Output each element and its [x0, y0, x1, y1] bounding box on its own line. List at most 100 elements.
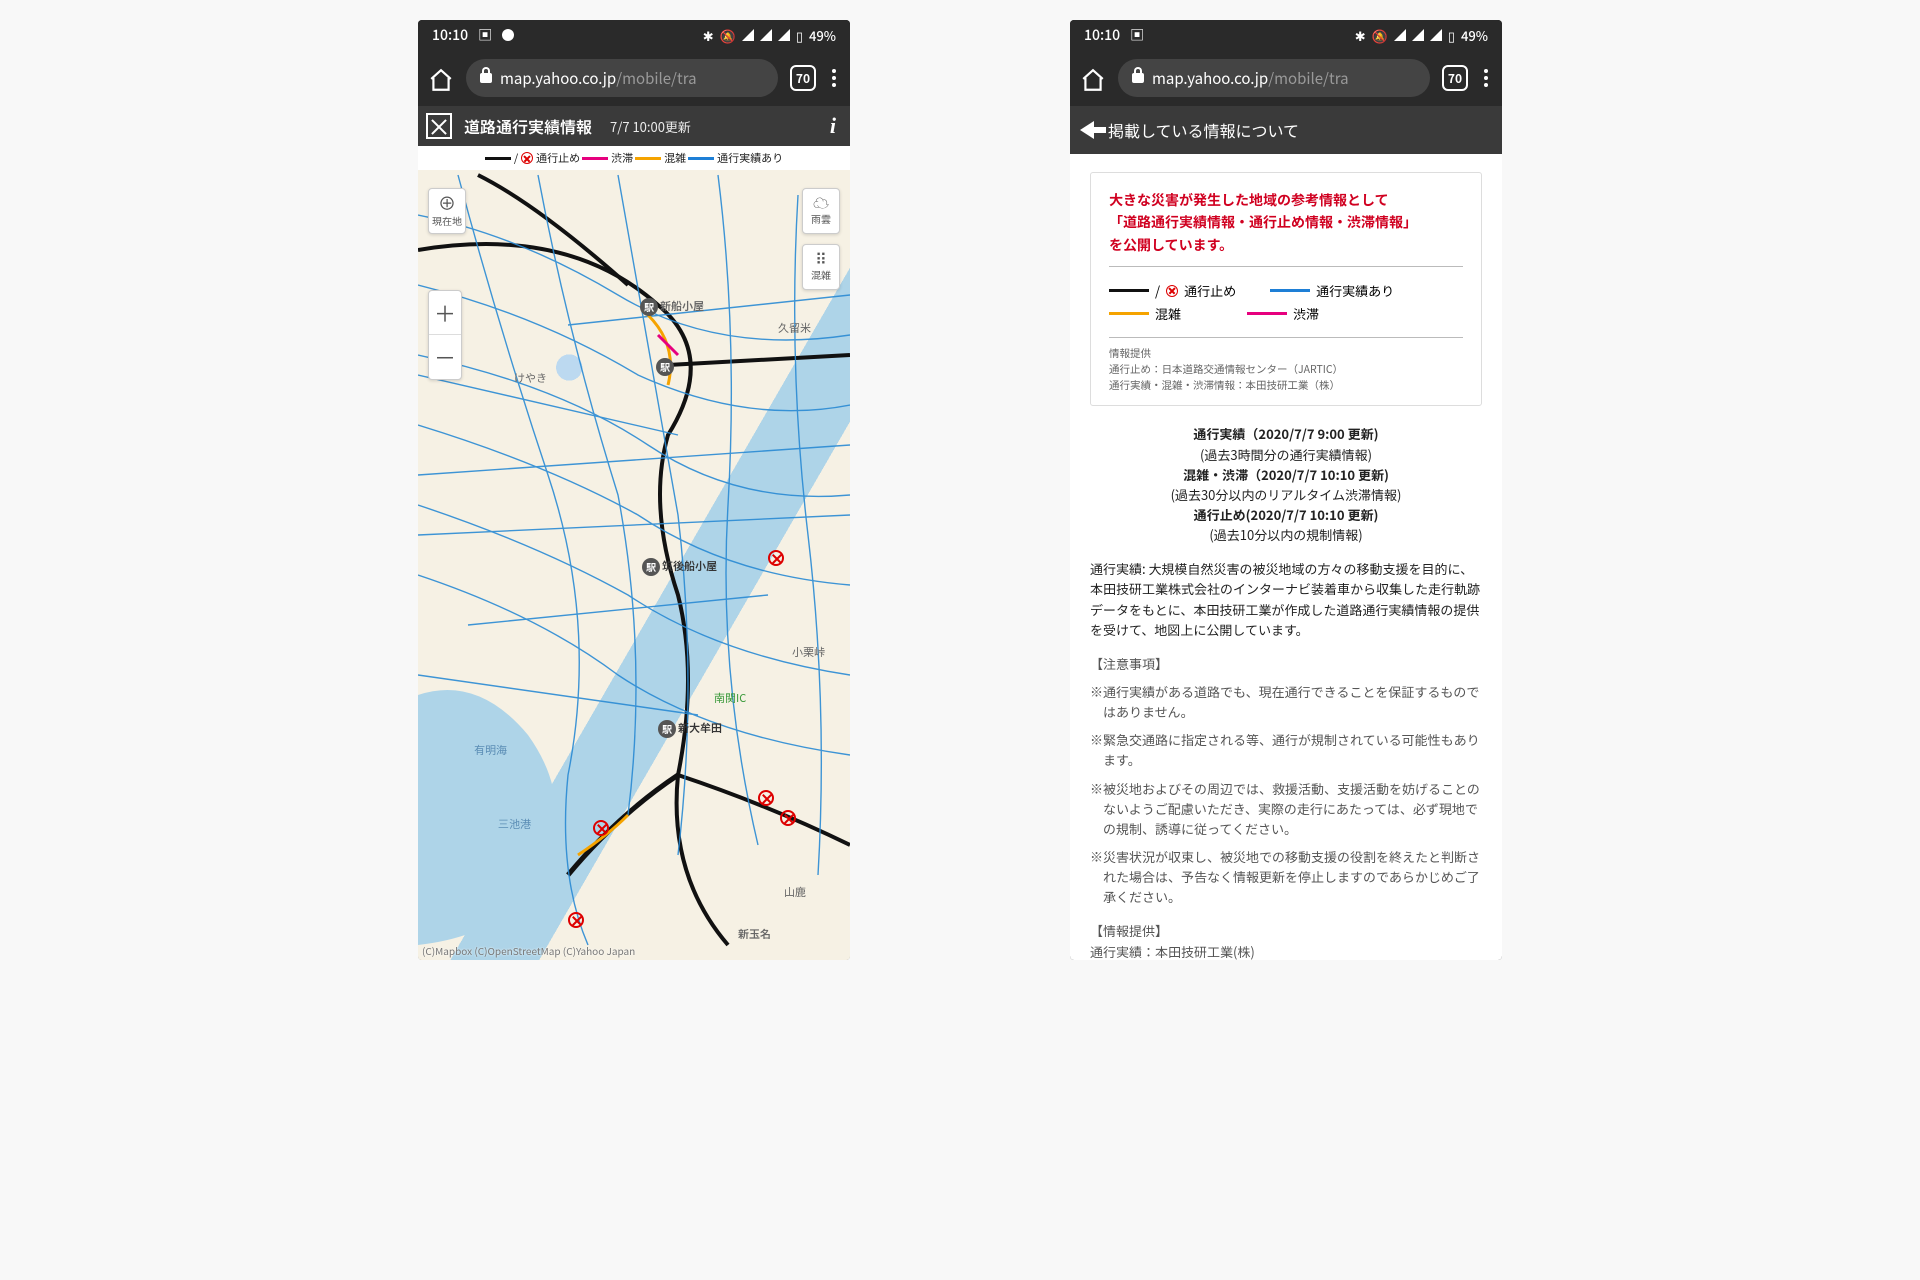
map-canvas[interactable]: ⊕ 現在地 ＋ － ☁ 雨雲 ⠿ 混雑 駅 新船小屋 駅 駅 筑後船小屋 駅 新…: [418, 170, 850, 960]
battery-pct: 49%: [1461, 26, 1488, 45]
place-label: 新玉名: [738, 926, 771, 942]
card-legend-closed: 通行止め: [1184, 281, 1236, 300]
map-attribution: (C)Mapbox (C)OpenStreetMap (C)Yahoo Japa…: [422, 943, 635, 958]
place-label: 小栗峠: [792, 644, 825, 660]
update1-title: 通行実績（2020/7/7 9:00 更新): [1090, 424, 1482, 444]
zoom-out-button[interactable]: －: [429, 335, 461, 379]
url-path: /mobile/tra: [1268, 68, 1348, 89]
current-location-button[interactable]: ⊕ 現在地: [428, 188, 466, 234]
card-legend-passable: 通行実績あり: [1316, 281, 1394, 300]
dnd-icon: 🔕: [1372, 26, 1388, 45]
current-location-label: 現在地: [429, 213, 465, 228]
clock: 10:10: [432, 25, 468, 45]
traffic-update-time: 7/7 10:00更新: [610, 117, 691, 136]
clock: 10:10: [1084, 25, 1120, 45]
wifi-icon: [1394, 29, 1406, 41]
explanation-paragraph: 通行実績: 大規模自然災害の被災地域の方々の移動支援を目的に、本田技研工業株式会…: [1090, 559, 1482, 640]
browser-toolbar: map.yahoo.co.jp/mobile/tra 70: [418, 50, 850, 106]
address-bar[interactable]: map.yahoo.co.jp/mobile/tra: [466, 59, 778, 97]
rain-label: 雨雲: [803, 211, 839, 226]
place-label: けやき: [514, 370, 547, 386]
url-host: map.yahoo.co.jp: [500, 68, 616, 89]
place-label: 南関IC: [714, 690, 746, 706]
signal-icon: [1412, 29, 1424, 41]
update2-title: 混雑・渋滞（2020/7/7 10:10 更新): [1090, 465, 1482, 485]
home-icon[interactable]: [428, 67, 454, 89]
station-marker[interactable]: 駅: [640, 298, 658, 316]
closure-marker-icon[interactable]: [768, 550, 784, 566]
close-icon[interactable]: [426, 113, 452, 139]
legend-passable: 通行実績あり: [717, 150, 783, 166]
disaster-notice-line2: 「道路通行実績情報・通行止め情報・渋滞情報」: [1109, 211, 1463, 233]
info-body: 通行実績（2020/7/7 9:00 更新) (過去3時間分の通行実績情報) 混…: [1070, 424, 1502, 960]
crosshair-icon: ⊕: [429, 193, 465, 213]
place-label: 新船小屋: [660, 298, 704, 314]
url-path: /mobile/tra: [616, 68, 696, 89]
info-card: 大きな災害が発生した地域の参考情報として 「道路通行実績情報・通行止め情報・渋滞…: [1090, 172, 1482, 406]
rain-layer-button[interactable]: ☁ 雨雲: [802, 188, 840, 234]
address-bar[interactable]: map.yahoo.co.jp/mobile/tra: [1118, 59, 1430, 97]
lock-icon: [1132, 73, 1144, 83]
back-arrow-icon[interactable]: [1080, 121, 1094, 139]
android-status-bar: 10:10 ▣ ✱ 🔕 ▯ 49%: [1070, 20, 1502, 50]
overflow-menu-icon[interactable]: [828, 69, 840, 87]
note2: ※緊急交通路に指定される等、通行が規制されている可能性もあります。: [1090, 730, 1482, 770]
bluetooth-icon: ✱: [1355, 26, 1366, 45]
info-source-line1: 通行止め：日本道路交通情報センター（JARTIC）: [1109, 362, 1463, 378]
place-label: 山鹿: [784, 884, 806, 900]
dnd-icon: 🔕: [720, 26, 736, 45]
legend-congested: 混雑: [664, 150, 686, 166]
battery-icon: ▯: [1448, 26, 1455, 45]
lock-icon: [480, 73, 492, 83]
congestion-label: 混雑: [803, 267, 839, 282]
place-label: 三池港: [498, 816, 531, 832]
update3-sub: (過去10分以内の規制情報): [1090, 525, 1482, 545]
tab-count-button[interactable]: 70: [790, 65, 816, 91]
info-page-header: 掲載している情報について: [1070, 106, 1502, 154]
info-source-heading: 情報提供: [1109, 346, 1463, 362]
phone-left: 10:10 ▣ ✱ 🔕 ▯ 49% map.yahoo.co.jp/mobile…: [418, 20, 850, 960]
info-icon[interactable]: i: [830, 113, 842, 139]
place-label: 久留米: [778, 320, 811, 336]
station-marker[interactable]: 駅: [658, 720, 676, 738]
zoom-in-button[interactable]: ＋: [429, 291, 461, 335]
update3-title: 通行止め(2020/7/7 10:10 更新): [1090, 505, 1482, 525]
legend-closed: 通行止め: [536, 150, 580, 166]
provider-line1: 通行実績：本田技研工業(株): [1090, 942, 1482, 960]
card-legend: / 通行止め 通行実績あり 混雑 渋滞: [1109, 266, 1463, 338]
tab-count-button[interactable]: 70: [1442, 65, 1468, 91]
home-icon[interactable]: [1080, 67, 1106, 89]
update2-sub: (過去30分以内のリアルタイム渋滞情報): [1090, 485, 1482, 505]
closure-marker-icon[interactable]: [780, 810, 796, 826]
image-icon: ▣: [478, 28, 492, 42]
update1-sub: (過去3時間分の通行実績情報): [1090, 445, 1482, 465]
congestion-layer-button[interactable]: ⠿ 混雑: [802, 244, 840, 290]
closure-icon: [521, 152, 533, 164]
info-page-title: 掲載している情報について: [1108, 118, 1299, 142]
station-marker[interactable]: 駅: [642, 558, 660, 576]
phone-right: 10:10 ▣ ✱ 🔕 ▯ 49% map.yahoo.co.jp/mobile…: [1070, 20, 1502, 960]
closure-icon: [1166, 285, 1178, 297]
note3: ※被災地およびその周辺では、救援活動、支援活動を妨げることのないようご配慮いただ…: [1090, 779, 1482, 839]
signal2-icon: [778, 29, 790, 41]
closure-marker-icon[interactable]: [758, 790, 774, 806]
disaster-notice-line3: を公開しています。: [1109, 234, 1463, 256]
station-marker[interactable]: 駅: [656, 358, 674, 376]
people-icon: ⠿: [803, 249, 839, 267]
notes-heading: 【注意事項】: [1090, 654, 1482, 674]
zoom-control: ＋ －: [428, 290, 462, 380]
url-host: map.yahoo.co.jp: [1152, 68, 1268, 89]
info-scroll-area[interactable]: 大きな災害が発生した地域の参考情報として 「道路通行実績情報・通行止め情報・渋滞…: [1070, 154, 1502, 960]
signal2-icon: [1430, 29, 1442, 41]
overflow-menu-icon[interactable]: [1480, 69, 1492, 87]
disaster-notice-line1: 大きな災害が発生した地域の参考情報として: [1109, 189, 1463, 211]
android-status-bar: 10:10 ▣ ✱ 🔕 ▯ 49%: [418, 20, 850, 50]
map-roads-svg: [418, 170, 850, 960]
note4: ※災害状況が収束し、被災地での移動支援の役割を終えたと判断された場合は、予告なく…: [1090, 847, 1482, 907]
closure-marker-icon[interactable]: [593, 820, 609, 836]
provider-heading: 【情報提供】: [1090, 921, 1482, 941]
cloud-icon: ☁: [803, 193, 839, 211]
battery-pct: 49%: [809, 26, 836, 45]
traffic-app-header: 道路通行実績情報 7/7 10:00更新 i /通行止め 渋滞 混雑 通行実績あ…: [418, 106, 850, 170]
closure-marker-icon[interactable]: [568, 912, 584, 928]
